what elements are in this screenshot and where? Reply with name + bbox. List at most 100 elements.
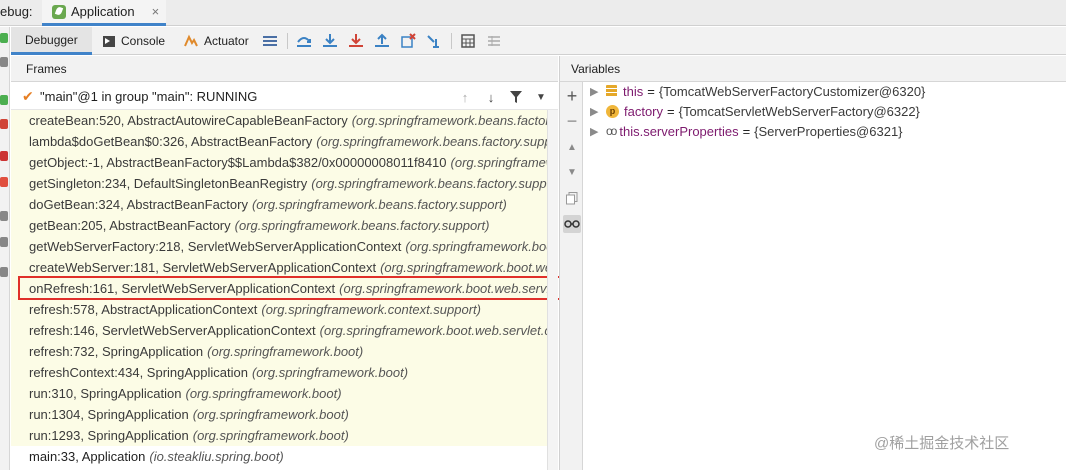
frame-row[interactable]: refreshContext:434, SpringApplication (or… [11,362,547,383]
frame-row[interactable]: getSingleton:234, DefaultSingletonBeanRe… [11,173,547,194]
frame-row[interactable]: getBean:205, AbstractBeanFactory (org.spr… [11,215,547,236]
glasses-icon[interactable] [563,215,581,233]
stop-icon[interactable] [0,119,8,129]
view-breakpoints-icon[interactable] [0,151,8,161]
field-icon [606,85,617,97]
watermark: @稀土掘金技术社区 [874,435,1010,452]
frame-package: (org.springframework.beans.factory.suppo… [316,134,547,149]
frame-package: (org.springframework.boot) [185,386,342,401]
frame-row[interactable]: run:1293, SpringApplication (org.springfr… [11,425,547,446]
drop-frame-icon[interactable] [399,32,417,50]
expand-arrow-icon[interactable]: ▶ [590,85,606,98]
frame-method: refresh:578, AbstractApplicationContext [29,302,258,317]
variable-row-this[interactable]: ▶ this = {TomcatWebServerFactoryCustomiz… [590,81,925,101]
left-action-strip [0,27,10,470]
evaluate-icon[interactable] [459,32,477,50]
frame-package: (org.springframework.boot) [251,365,409,380]
arrow-down-icon[interactable]: ↓ [483,89,499,105]
frame-row[interactable]: run:1304, SpringApplication (org.springfr… [11,404,547,425]
close-icon[interactable]: × [152,4,160,19]
equals-sign: = [647,83,655,99]
frame-method: doGetBean:324, AbstractBeanFactory [29,197,248,212]
frame-row[interactable]: refresh:146, ServletWebServerApplication… [11,320,547,341]
frame-package: (io.steakliu.spring.boot) [149,449,284,464]
frame-row[interactable]: getObject:-1, AbstractBeanFactory$$Lambd… [11,152,547,173]
tab-actuator-label: Actuator [204,34,249,48]
resume-icon[interactable] [0,95,8,105]
copy-icon[interactable] [563,189,581,207]
step-over-icon[interactable] [295,32,313,50]
filter-icon[interactable] [508,89,524,105]
frame-package: (org.springframework.beans.factory.suppo… [311,176,547,191]
frame-method: refresh:146, ServletWebServerApplication… [29,323,316,338]
frame-method: run:1293, SpringApplication [29,428,189,443]
tab-console-label: Console [121,34,166,48]
tab-debugger[interactable]: Debugger [11,27,92,55]
frame-method: run:310, SpringApplication [29,386,182,401]
frame-package: (org.springframework.boot) [207,344,364,359]
trace-icon[interactable] [485,32,503,50]
frame-method: lambda$doGetBean$0:326, AbstractBeanFact… [29,134,313,149]
remove-icon[interactable]: − [563,111,581,131]
chevron-down-icon[interactable]: ▼ [533,89,549,105]
frame-method: refresh:732, SpringApplication [29,344,204,359]
menu-icon[interactable] [261,32,279,50]
thread-selector[interactable]: ✔ "main"@1 in group "main": RUNNING ↑ ↓ … [11,83,558,110]
frame-row[interactable]: refresh:578, AbstractApplicationContext(… [11,299,547,320]
tab-application[interactable]: Application × [42,0,166,26]
debug-window-label: ebug: [0,4,33,19]
frame-method: getObject:-1, AbstractBeanFactory$$Lambd… [29,155,447,170]
move-up-icon[interactable]: ▲ [563,138,581,156]
variable-row-factory[interactable]: ▶ p factory = {TomcatServletWebServerFac… [590,101,920,121]
frame-row[interactable]: main:33, Application (io.steakliu.spring.… [11,446,547,467]
tab-debugger-label: Debugger [25,32,78,47]
frame-package: (org.springframework.boot) [192,407,349,422]
move-down-icon[interactable]: ▼ [563,163,581,181]
add-icon[interactable]: + [563,86,581,106]
expand-arrow-icon[interactable]: ▶ [590,125,606,138]
variable-value: {ServerProperties@6321} [754,123,903,139]
frame-row[interactable]: doGetBean:324, AbstractBeanFactory (org.s… [11,194,547,215]
check-icon: ✔ [22,87,34,104]
variable-name: factory [624,103,664,119]
variables-title: Variables [571,61,621,76]
frame-row[interactable]: refresh:732, SpringApplication (org.sprin… [11,341,547,362]
frame-package: (org.springframework.context.support) [261,302,482,317]
settings-icon[interactable] [0,237,8,247]
frame-package: (org.springframework.beans.factory.suppo… [351,113,547,128]
equals-sign: = [667,103,675,119]
frame-row[interactable]: createBean:520, AbstractAutowireCapableB… [11,110,547,131]
frame-package: (org.springframework.beans.factory.suppo… [234,218,490,233]
frame-row[interactable]: lambda$doGetBean$0:326, AbstractBeanFact… [11,131,547,152]
toolbar-separator [287,33,288,49]
variable-value: {TomcatWebServerFactoryCustomizer@6320} [658,83,926,99]
mute-breakpoints-icon[interactable] [0,177,8,187]
toolbar-separator [451,33,452,49]
frame-package: (org.springframework.boot.web.servlet.co… [319,323,547,338]
frame-method: getWebServerFactory:218, ServletWebServe… [29,239,402,254]
rerun-icon[interactable] [0,33,8,43]
tab-console[interactable]: Console [103,27,165,55]
debug-tool-tab-bar: ebug: Application × [0,0,1066,26]
pin-icon[interactable] [0,267,8,277]
highlight-annotation-box [18,276,582,300]
step-into-icon[interactable] [321,32,339,50]
variable-row-server-properties[interactable]: ▶ oo this.serverProperties = {ServerProp… [590,121,903,141]
arrow-up-icon[interactable]: ↑ [457,89,473,105]
frame-method: getSingleton:234, DefaultSingletonBeanRe… [29,176,308,191]
frame-row[interactable]: createWebServer:181, ServletWebServerApp… [11,257,547,278]
console-icon [103,35,115,47]
variable-name: this.serverProperties [619,123,739,139]
modify-config-icon[interactable] [0,57,8,67]
expand-arrow-icon[interactable]: ▶ [590,105,606,118]
frame-row[interactable]: run:310, SpringApplication (org.springfra… [11,383,547,404]
run-to-cursor-icon[interactable] [425,32,443,50]
camera-icon[interactable] [0,211,8,221]
variables-panel-header: Variables [559,56,1066,82]
frames-scrollbar[interactable] [547,110,558,470]
frame-package: (org.springframework.boot) [192,428,349,443]
step-out-icon[interactable] [373,32,391,50]
tab-actuator[interactable]: Actuator [183,27,249,55]
force-step-into-icon[interactable] [347,32,365,50]
frame-row[interactable]: getWebServerFactory:218, ServletWebServe… [11,236,547,257]
